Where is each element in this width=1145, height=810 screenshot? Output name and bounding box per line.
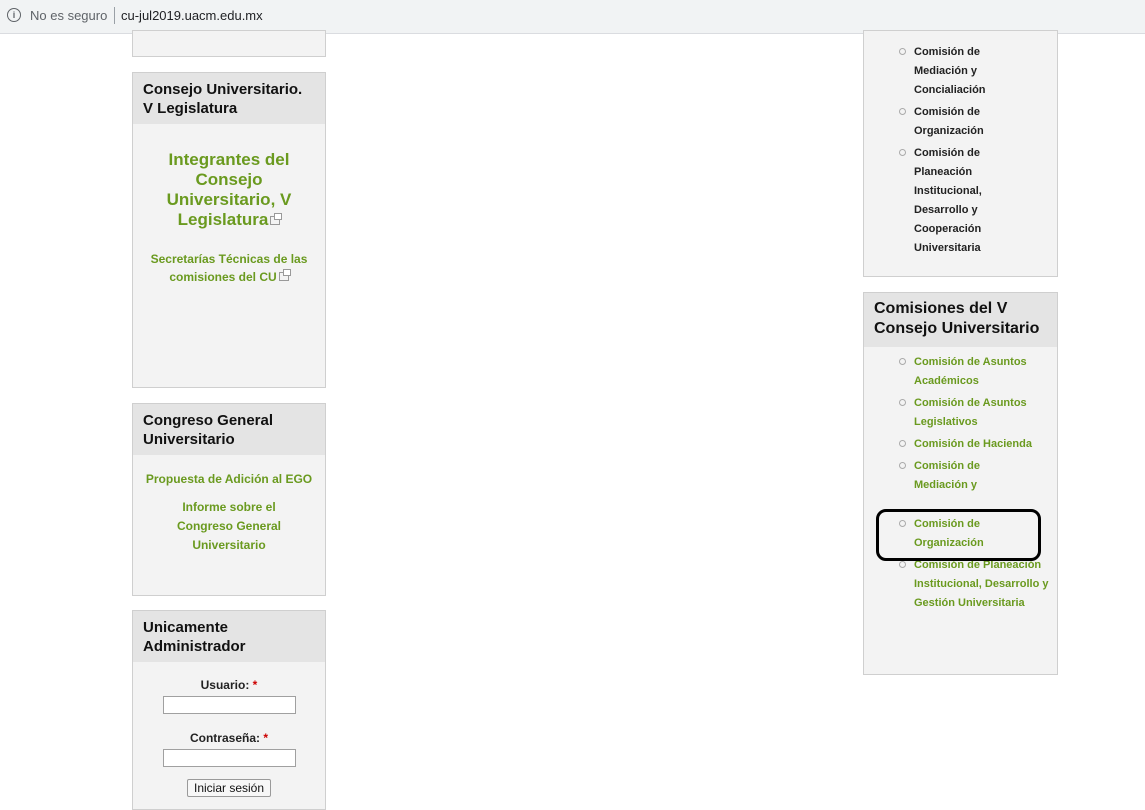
- address-bar[interactable]: i No es seguro cu-jul2019.uacm.edu.mx: [0, 0, 1145, 34]
- comision-link[interactable]: Comisión de Organización: [914, 515, 1024, 553]
- url-text[interactable]: cu-jul2019.uacm.edu.mx: [121, 8, 263, 23]
- propuesta-link[interactable]: Propuesta de Adición al EGO: [145, 469, 313, 489]
- list-item-label[interactable]: Comisión de Planeación Institucional, De…: [914, 144, 1009, 258]
- comision-link[interactable]: Comisión de Asuntos Académicos: [914, 353, 1044, 391]
- comisiones-title: Comisiones del V Consejo Universitario: [864, 293, 1057, 347]
- contrasena-input[interactable]: [162, 749, 296, 767]
- congreso-title: Congreso General Universitario: [133, 404, 325, 455]
- required-mark: *: [263, 731, 269, 745]
- contrasena-label: Contraseña: *: [189, 731, 269, 745]
- bullet-icon: [899, 440, 906, 447]
- admin-title: Unicamente Administrador: [133, 611, 325, 662]
- comisiones-block: Comisiones del V Consejo Universitario C…: [863, 292, 1058, 675]
- list-item-label[interactable]: Comisión de Mediación y Concialiación: [914, 43, 1024, 100]
- comision-item[interactable]: Comisión de Planeación Institucional, De…: [864, 556, 1057, 613]
- info-icon[interactable]: i: [7, 8, 21, 22]
- bullet-icon: [899, 108, 906, 115]
- required-mark: *: [252, 678, 258, 692]
- bullet-icon: [899, 149, 906, 156]
- secretarias-link[interactable]: Secretarías Técnicas de las comisiones d…: [151, 252, 308, 284]
- comision-item[interactable]: Comisión de Hacienda: [864, 435, 1057, 454]
- comision-link[interactable]: Comisión de Mediación y Conciliación: [914, 457, 1024, 495]
- usuario-input[interactable]: [162, 696, 296, 714]
- list-item-label[interactable]: Comisión de Organización: [914, 103, 1024, 141]
- external-link-icon: [270, 213, 283, 225]
- bullet-icon: [899, 399, 906, 406]
- bullet-icon: [899, 462, 906, 469]
- bullet-icon: [899, 561, 906, 568]
- right-top-list: Comisión de Mediación y Concialiación Co…: [864, 31, 1057, 258]
- comision-item[interactable]: Comisión de Asuntos Legislativos: [864, 394, 1057, 432]
- comisiones-list: Comisión de Asuntos Académicos Comisión …: [864, 347, 1057, 613]
- list-item[interactable]: Comisión de Organización: [864, 103, 1057, 141]
- comision-link[interactable]: Comisión de Planeación Institucional, De…: [914, 556, 1049, 613]
- right-top-block: Comisión de Mediación y Concialiación Co…: [863, 30, 1058, 277]
- comision-link[interactable]: Comisión de Asuntos Legislativos: [914, 394, 1044, 432]
- bullet-icon: [899, 520, 906, 527]
- comision-item[interactable]: Comisión de Asuntos Académicos: [864, 353, 1057, 391]
- list-item[interactable]: Comisión de Mediación y Concialiación: [864, 43, 1057, 100]
- comision-item[interactable]: Comisión de Mediación y Conciliación: [864, 457, 1057, 495]
- usuario-label: Usuario: *: [200, 678, 258, 692]
- login-button[interactable]: Iniciar sesión: [186, 779, 272, 797]
- comision-item-organizacion[interactable]: Comisión de Organización: [864, 515, 1057, 553]
- integrantes-link[interactable]: Integrantes del Consejo Universitario, V…: [167, 150, 292, 229]
- external-link-icon: [278, 269, 291, 281]
- congreso-block: Congreso General Universitario Propuesta…: [132, 403, 326, 596]
- consejo-title: Consejo Universitario. V Legislatura: [133, 73, 325, 124]
- security-status[interactable]: No es seguro: [30, 8, 107, 23]
- consejo-block: Consejo Universitario. V Legislatura Int…: [132, 72, 326, 388]
- bullet-icon: [899, 48, 906, 55]
- bullet-icon: [899, 358, 906, 365]
- address-separator: [114, 7, 115, 24]
- admin-login-block: Unicamente Administrador Usuario: * Cont…: [132, 610, 326, 810]
- partial-block-top-left: [132, 30, 326, 57]
- comision-link[interactable]: Comisión de Hacienda: [914, 435, 1054, 454]
- list-item[interactable]: Comisión de Planeación Institucional, De…: [864, 144, 1057, 258]
- informe-link[interactable]: Informe sobre el Congreso General Univer…: [157, 498, 301, 555]
